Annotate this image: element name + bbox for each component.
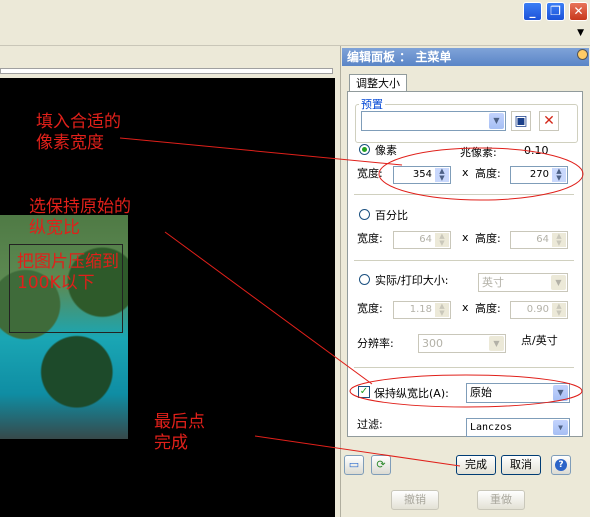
resolution-select[interactable]: 300 ▼: [418, 334, 506, 353]
chevron-down-icon: ▼: [553, 420, 568, 435]
pixel-height-input[interactable]: 270 ▲ ▼: [510, 166, 568, 184]
panel-option-button[interactable]: ▭: [344, 455, 364, 475]
percent-width-label: 宽度:: [357, 232, 383, 245]
percent-width-input[interactable]: 64 ▲ ▼: [393, 231, 451, 249]
preset-select[interactable]: ▼: [361, 111, 506, 131]
annotation-finish: 最后点 完成: [154, 412, 205, 453]
percent-label: 百分比: [375, 209, 408, 222]
print-height-label: 高度:: [475, 302, 501, 315]
annotation-fill-width: 填入合适的 像素宽度: [36, 112, 121, 153]
edit-panel: 编辑面板 ： 主菜单 调整大小 预置 ▼ ▣ ✕ 像素 兆像素: 0.10 宽度…: [340, 46, 590, 517]
panel-title: 编辑面板 ： 主菜单: [342, 48, 589, 66]
floppy-icon: ▣: [514, 113, 528, 129]
spinner-arrows-icon: ▲ ▼: [435, 233, 449, 247]
spinner-arrows-icon: ▲ ▼: [552, 168, 566, 182]
chevron-down-icon: ▼: [553, 385, 568, 401]
times-sign: x: [462, 301, 469, 314]
help-button[interactable]: ?: [551, 455, 571, 475]
chevron-down-icon[interactable]: ▼: [577, 28, 584, 38]
percent-radio[interactable]: [359, 209, 370, 220]
megapixels-label: 兆像素:: [460, 146, 497, 159]
help-icon: ?: [555, 459, 567, 471]
pixel-width-label: 宽度:: [357, 167, 383, 180]
megapixels-value: 0.10: [524, 144, 549, 157]
spinner-arrows-icon: ▲ ▼: [552, 233, 566, 247]
print-size-radio[interactable]: [359, 274, 370, 285]
resolution-unit: 点/英寸: [521, 334, 558, 347]
chevron-down-icon: ▼: [489, 336, 504, 351]
refresh-icon: ⟳: [376, 458, 386, 471]
filter-label: 过滤:: [357, 418, 383, 431]
restore-button[interactable]: ❐: [546, 2, 565, 21]
times-sign: x: [462, 166, 469, 179]
undo-button[interactable]: 撤销: [391, 490, 439, 510]
delete-preset-button[interactable]: ✕: [539, 111, 559, 131]
cancel-button[interactable]: 取消: [501, 455, 541, 475]
print-height-input[interactable]: 0.90 ▲ ▼: [510, 301, 568, 319]
pixel-width-input[interactable]: 354 ▲ ▼: [393, 166, 451, 184]
filter-select[interactable]: Lanczos ▼: [466, 418, 570, 437]
keep-ratio-label: 保持纵宽比(A):: [374, 387, 449, 400]
delete-x-icon: ✕: [543, 113, 555, 129]
done-button[interactable]: 完成: [456, 455, 496, 475]
divider: [354, 367, 574, 368]
photo-note-text: 把图片压缩到100K以下: [17, 252, 119, 293]
print-width-input[interactable]: 1.18 ▲ ▼: [393, 301, 451, 319]
horizontal-scrollbar[interactable]: [0, 68, 333, 74]
print-width-label: 宽度:: [357, 302, 383, 315]
spinner-arrows-icon: ▲ ▼: [435, 303, 449, 317]
pixels-radio[interactable]: [359, 144, 370, 155]
preset-label: 预置: [359, 96, 385, 112]
save-preset-button[interactable]: ▣: [511, 111, 531, 131]
panel-refresh-button[interactable]: ⟳: [371, 455, 391, 475]
tab-resize[interactable]: 调整大小: [349, 74, 407, 92]
close-button[interactable]: ✕: [569, 2, 588, 21]
keep-ratio-select[interactable]: 原始 ▼: [466, 383, 570, 403]
redo-button[interactable]: 重做: [477, 490, 525, 510]
panel-icon: ▭: [348, 458, 360, 471]
chevron-down-icon: ▼: [489, 113, 504, 129]
times-sign: x: [462, 231, 469, 244]
spinner-arrows-icon: ▲ ▼: [552, 303, 566, 317]
pixel-height-label: 高度:: [475, 167, 501, 180]
keep-ratio-checkbox[interactable]: ✓: [358, 386, 370, 398]
print-size-label: 实际/打印大小:: [375, 274, 449, 287]
percent-height-input[interactable]: 64 ▲ ▼: [510, 231, 568, 249]
resize-tab-body: 预置 ▼ ▣ ✕ 像素 兆像素: 0.10 宽度: 354 ▲ ▼ x 高度: 27…: [347, 91, 583, 437]
spinner-arrows-icon: ▲ ▼: [435, 168, 449, 182]
chevron-down-icon: ▼: [551, 275, 566, 290]
menu-strip: ▼: [0, 25, 590, 46]
divider: [354, 260, 574, 261]
pixels-label: 像素: [375, 144, 397, 157]
minimize-button[interactable]: _: [523, 2, 542, 21]
print-unit-select[interactable]: 英寸 ▼: [478, 273, 568, 292]
divider: [354, 194, 574, 195]
window-titlebar: _ ❐ ✕: [0, 0, 590, 25]
resolution-label: 分辨率:: [357, 337, 394, 350]
pin-icon[interactable]: [577, 49, 588, 60]
percent-height-label: 高度:: [475, 232, 501, 245]
annotation-keep-ratio: 选保持原始的 纵宽比: [29, 197, 131, 238]
